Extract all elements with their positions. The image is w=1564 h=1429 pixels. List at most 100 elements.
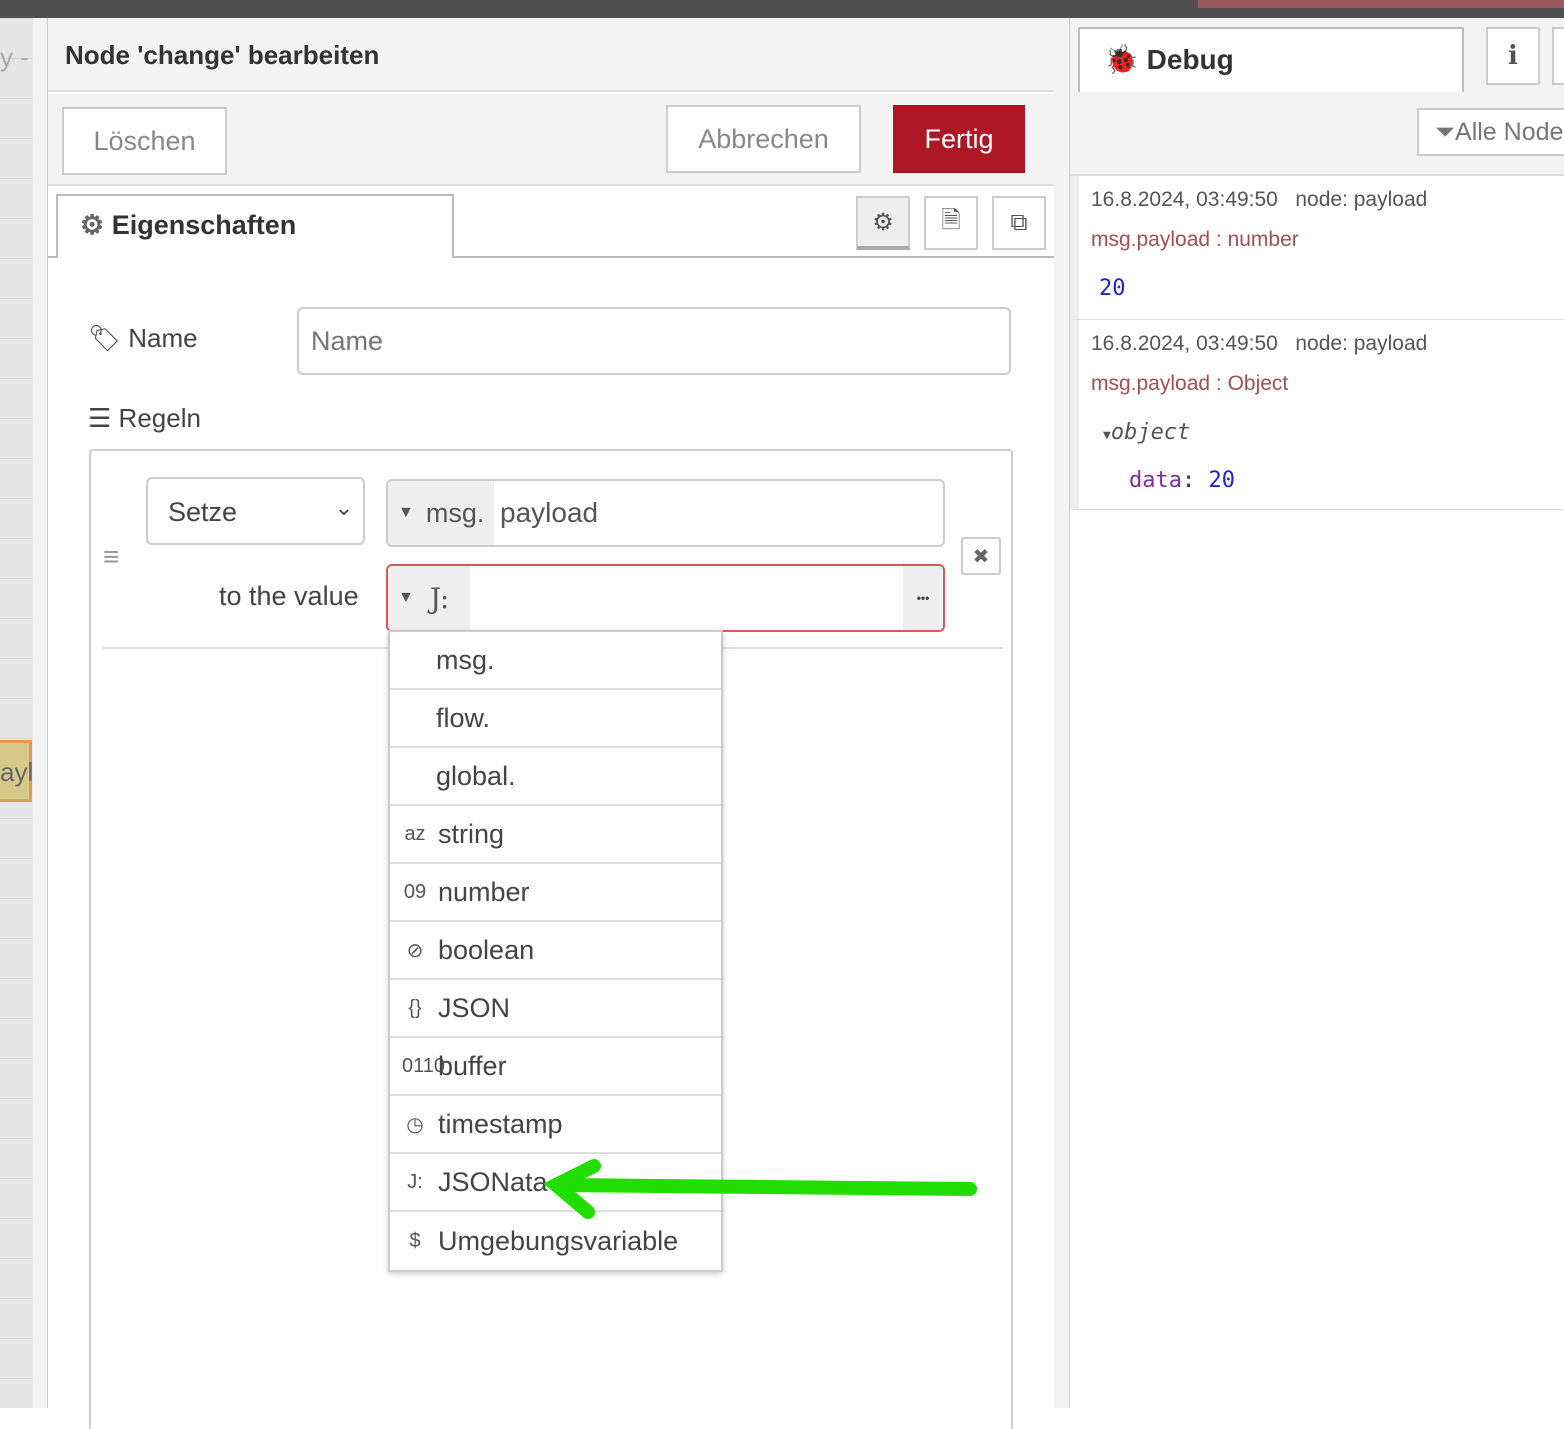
type-dropdown-menu: msg. flow. global. az string 09 number ⊘ boolean…	[388, 630, 723, 1272]
expand-editor-button[interactable]: •••	[903, 566, 943, 630]
chevron-down-icon: ⌄	[334, 495, 353, 520]
dropdown-item-label: msg.	[436, 644, 495, 675]
value-label: to the value	[219, 581, 359, 611]
target-type-select[interactable]: ▼ msg.	[388, 481, 494, 545]
dropdown-item-global[interactable]: global.	[390, 748, 721, 806]
message-path: msg.payload : Object	[1091, 372, 1289, 395]
jsonata-icon: J:	[429, 581, 450, 615]
node-editor-tray: Node 'change' bearbeiten Löschen Abbrech…	[48, 18, 1054, 1429]
editor-tabs: ⚙ Eigenschaften ⚙ 🗎 ⧉	[48, 188, 1054, 258]
dropdown-item-label: number	[438, 876, 530, 907]
canvas-node[interactable]: ayl	[0, 740, 33, 802]
value-input[interactable]: ▼ J: •••	[386, 564, 945, 632]
debug-message[interactable]: 16.8.2024, 03:49:50 node: payload msg.pa…	[1070, 176, 1564, 320]
bug-icon: 🐞	[1104, 44, 1139, 75]
object-label: object	[1110, 420, 1191, 445]
dropdown-item-timestamp[interactable]: ◷ timestamp	[390, 1096, 721, 1154]
gear-icon: ⚙	[872, 208, 894, 236]
editor-toolbar: Löschen Abbrechen Fertig	[48, 94, 1054, 186]
dropdown-item-label: flow.	[436, 702, 491, 733]
target-prefix: msg.	[425, 497, 485, 528]
message-value: 20	[1099, 276, 1126, 301]
tab-properties[interactable]: ⚙ Eigenschaften	[56, 194, 454, 258]
dropdown-item-flow[interactable]: flow.	[390, 690, 721, 748]
action-select[interactable]: Setze ⌄	[146, 477, 365, 545]
list-icon: ☰	[88, 403, 112, 433]
debug-message[interactable]: 16.8.2024, 03:49:50 node: payload msg.pa…	[1070, 320, 1564, 510]
tab-label: Eigenschaften	[111, 210, 297, 240]
name-input[interactable]	[297, 307, 1011, 375]
dropdown-item-label: global.	[436, 760, 516, 791]
sidebar-tabs: 🐞 Debug i	[1070, 18, 1564, 92]
done-button[interactable]: Fertig	[893, 105, 1025, 173]
dropdown-item-label: boolean	[438, 934, 535, 965]
value-text-field[interactable]	[470, 566, 903, 630]
filter-icon: ⏷	[1435, 118, 1456, 146]
filter-label: Alle Nodes	[1455, 118, 1564, 146]
dropdown-item-label: string	[438, 818, 505, 849]
flow-canvas[interactable]	[0, 18, 33, 1408]
type-icon: ◷	[406, 1113, 424, 1136]
message-time: 16.8.2024, 03:49:50	[1091, 332, 1278, 355]
name-label-text: Name	[128, 323, 198, 353]
dropdown-item-buffer[interactable]: 0110 buffer	[390, 1038, 721, 1096]
delete-button[interactable]: Löschen	[62, 107, 227, 175]
settings-tab-button[interactable]: ⚙	[856, 196, 910, 250]
dropdown-item-jsonata[interactable]: J: JSONata	[390, 1154, 721, 1212]
rules-label: ☰ Regeln	[88, 403, 201, 434]
caret-down-icon: ▼	[398, 589, 414, 606]
splitter-left[interactable]	[33, 18, 48, 1408]
remove-rule-button[interactable]: ✖	[961, 537, 1001, 575]
object-value: 20	[1208, 468, 1235, 493]
rules-label-text: Regeln	[118, 403, 201, 433]
appearance-tab-button[interactable]: ⧉	[992, 196, 1046, 250]
dropdown-item-string[interactable]: az string	[390, 806, 721, 864]
type-icon: $	[409, 1229, 421, 1252]
editor-title: Node 'change' bearbeiten	[48, 18, 1054, 92]
deploy-bar-accent	[1198, 0, 1564, 8]
debug-toolbar: ⏷Alle Nodes	[1070, 92, 1564, 176]
message-path: msg.payload : number	[1091, 228, 1299, 251]
action-value: Setze	[168, 497, 238, 527]
type-icon: az	[404, 822, 426, 845]
more-tab-button[interactable]	[1552, 27, 1564, 85]
target-value[interactable]: payload	[494, 481, 598, 545]
drag-handle-icon[interactable]: ≡	[103, 541, 119, 573]
close-icon: ✖	[972, 545, 990, 568]
type-icon: {}	[408, 996, 422, 1019]
dropdown-item-number[interactable]: 09 number	[390, 864, 721, 922]
caret-down-icon: ▼	[1103, 428, 1111, 443]
canvas-text: y -	[0, 42, 29, 72]
dropdown-item-label: buffer	[438, 1050, 507, 1081]
tab-debug-label: Debug	[1146, 44, 1234, 75]
message-time: 16.8.2024, 03:49:50	[1091, 188, 1278, 211]
dropdown-item-umgebungsvariable[interactable]: $ Umgebungsvariable	[390, 1212, 721, 1270]
type-icon: 0110	[402, 1054, 446, 1077]
dropdown-item-boolean[interactable]: ⊘ boolean	[390, 922, 721, 980]
dropdown-item-msg[interactable]: msg.	[390, 632, 721, 690]
info-tab-button[interactable]: i	[1486, 27, 1540, 85]
dropdown-item-label: JSONata	[438, 1166, 548, 1197]
type-icon: 09	[403, 880, 427, 903]
message-node: node: payload	[1295, 188, 1428, 211]
type-icon: ⊘	[406, 939, 424, 962]
gear-icon: ⚙	[80, 210, 105, 240]
dropdown-item-label: timestamp	[438, 1108, 563, 1139]
value-type-select[interactable]: ▼ J:	[388, 566, 470, 630]
document-icon: 🗎	[941, 206, 961, 234]
tag-icon: 🏷	[88, 323, 122, 353]
splitter-right[interactable]	[1054, 18, 1070, 1408]
cancel-button[interactable]: Abbrechen	[666, 105, 861, 173]
tab-debug[interactable]: 🐞 Debug	[1078, 27, 1464, 92]
object-toggle[interactable]: ▼object	[1103, 420, 1190, 445]
target-property-input[interactable]: ▼ msg. payload	[386, 479, 945, 547]
type-icon: J:	[407, 1170, 423, 1193]
frame-icon: ⧉	[1010, 209, 1028, 236]
description-tab-button[interactable]: 🗎	[924, 196, 978, 250]
message-node: node: payload	[1295, 332, 1428, 355]
dropdown-item-json[interactable]: {} JSON	[390, 980, 721, 1038]
name-label: 🏷 Name	[88, 323, 198, 354]
debug-sidebar: 🐞 Debug i ⏷Alle Nodes 16.8.2024, 03:49:5…	[1070, 18, 1564, 1408]
object-key: data	[1129, 468, 1182, 493]
filter-button[interactable]: ⏷Alle Nodes	[1417, 108, 1564, 156]
